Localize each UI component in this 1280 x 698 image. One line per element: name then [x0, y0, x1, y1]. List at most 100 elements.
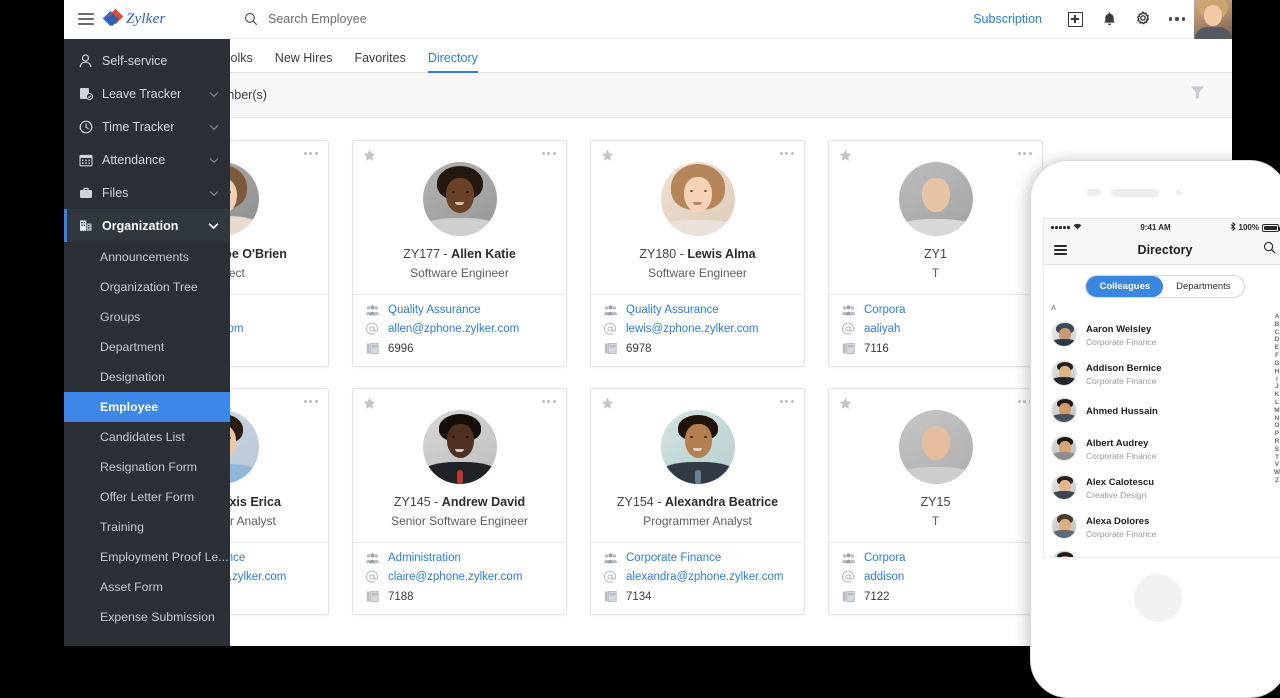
segment-departments[interactable]: Departments	[1163, 276, 1243, 297]
card-email[interactable]: claire@zphone.zylker.com	[388, 571, 522, 583]
sidebar-subitem-department[interactable]: Department	[64, 332, 230, 362]
search-icon[interactable]	[1263, 241, 1276, 259]
card-department[interactable]: Administration	[388, 552, 461, 564]
card-department-row[interactable]: Quality Assurance	[365, 304, 554, 316]
card-department-row[interactable]: Quality Assurance	[603, 304, 792, 316]
tab-directory[interactable]: Directory	[428, 51, 478, 72]
more-horizontal-icon[interactable]	[304, 152, 318, 155]
sidebar-item-self-service[interactable]: Self-service	[64, 44, 230, 77]
alpha-letter[interactable]: R	[1275, 439, 1280, 446]
sidebar-subitem-groups[interactable]: Groups	[64, 302, 230, 332]
bell-icon[interactable]	[1092, 0, 1126, 39]
alpha-letter[interactable]: G	[1274, 361, 1279, 368]
alpha-letter[interactable]: L	[1275, 400, 1279, 407]
alphabet-index[interactable]: A B C D E F G H I J K L M N O P R S T V	[1274, 314, 1280, 485]
card-department[interactable]: Quality Assurance	[388, 304, 481, 316]
filter-funnel-icon[interactable]	[1189, 84, 1206, 106]
card-email[interactable]: lewis@zphone.zylker.com	[626, 323, 758, 335]
alpha-letter[interactable]: T	[1275, 455, 1279, 462]
employee-card[interactable]: ZY177 - Allen Katie Software Engineer Qu…	[352, 140, 567, 367]
card-department-row[interactable]: Corporate Finance	[603, 552, 792, 564]
search-input[interactable]	[268, 12, 528, 26]
card-department[interactable]: Quality Assurance	[626, 304, 719, 316]
sidebar-subitem-resignation-form[interactable]: Resignation Form	[64, 452, 230, 482]
alpha-letter[interactable]: K	[1275, 392, 1280, 399]
card-email[interactable]: aaliyah	[864, 323, 900, 335]
segment-colleagues[interactable]: Colleagues	[1086, 276, 1163, 297]
employee-card[interactable]: ZY1 T Corpora	[828, 140, 1043, 367]
more-horizontal-icon[interactable]	[542, 400, 556, 403]
card-email-row[interactable]: claire@zphone.zylker.com	[365, 570, 554, 584]
more-horizontal-icon[interactable]	[780, 400, 794, 403]
alpha-letter[interactable]: S	[1275, 447, 1279, 454]
card-email-row[interactable]: aaliyah	[841, 322, 1030, 336]
card-email-row[interactable]: allen@zphone.zylker.com	[365, 322, 554, 336]
sidebar-subitem-organization-tree[interactable]: Organization Tree	[64, 272, 230, 302]
card-department[interactable]: Corpora	[864, 304, 906, 316]
more-horizontal-icon[interactable]	[304, 400, 318, 403]
card-department-row[interactable]: Corpora	[841, 304, 1030, 316]
alpha-letter[interactable]: W	[1274, 470, 1280, 477]
alpha-letter[interactable]: H	[1275, 369, 1280, 376]
card-email-row[interactable]: alexandra@zphone.zylker.com	[603, 570, 792, 584]
list-item[interactable]: Alexa Dolores Corporate Finance	[1051, 506, 1280, 545]
gear-icon[interactable]	[1126, 0, 1160, 39]
sidebar-subitem-expense-submission[interactable]: Expense Submission	[64, 602, 230, 632]
employee-card[interactable]: ZY180 - Lewis Alma Software Engineer Qua…	[590, 140, 805, 367]
sidebar-subitem-offer-letter-form[interactable]: Offer Letter Form	[64, 482, 230, 512]
alpha-letter[interactable]: C	[1275, 330, 1280, 337]
card-department[interactable]: Corpora	[864, 552, 906, 564]
sidebar-subitem-asset-form[interactable]: Asset Form	[64, 572, 230, 602]
sidebar-subitem-candidates-list[interactable]: Candidates List	[64, 422, 230, 452]
card-email-row[interactable]: addison	[841, 570, 1030, 584]
sidebar-item-files[interactable]: Files	[64, 176, 230, 209]
alpha-letter[interactable]: N	[1275, 416, 1280, 423]
employee-card[interactable]: ZY154 - Alexandra Beatrice Programmer An…	[590, 388, 805, 615]
card-email[interactable]: allen@zphone.zylker.com	[388, 323, 519, 335]
avatar[interactable]	[1194, 0, 1232, 39]
star-icon[interactable]	[839, 397, 852, 410]
sidebar-item-leave-tracker[interactable]: Leave Tracker	[64, 77, 230, 110]
list-item[interactable]: Ahmed Hussain	[1051, 392, 1280, 428]
star-icon[interactable]	[839, 149, 852, 162]
alpha-letter[interactable]: D	[1275, 337, 1280, 344]
subscription-link[interactable]: Subscription	[973, 12, 1042, 26]
alpha-letter[interactable]: O	[1274, 423, 1279, 430]
card-email[interactable]: addison	[864, 571, 904, 583]
list-item[interactable]: Albert Audrey Corporate Finance	[1051, 428, 1280, 467]
star-icon[interactable]	[363, 397, 376, 410]
card-email[interactable]: alexandra@zphone.zylker.com	[626, 571, 783, 583]
sidebar-subitem-employment-proof-letter[interactable]: Employment Proof Le...	[64, 542, 230, 572]
alpha-letter[interactable]: A	[1275, 314, 1280, 321]
card-department[interactable]: Corporate Finance	[626, 552, 721, 564]
sidebar-subitem-designation[interactable]: Designation	[64, 362, 230, 392]
more-horizontal-icon[interactable]	[1160, 0, 1194, 39]
star-icon[interactable]	[601, 149, 614, 162]
employee-card[interactable]: ZY15 T Corpora	[828, 388, 1043, 615]
hamburger-icon[interactable]	[1054, 245, 1067, 255]
alpha-letter[interactable]: E	[1275, 345, 1279, 352]
more-horizontal-icon[interactable]	[542, 152, 556, 155]
star-icon[interactable]	[363, 149, 376, 162]
alpha-letter[interactable]: B	[1275, 322, 1280, 329]
card-department-row[interactable]: Administration	[365, 552, 554, 564]
list-item[interactable]: Addison Bernice Corporate Finance	[1051, 353, 1280, 392]
sidebar-item-attendance[interactable]: Attendance	[64, 143, 230, 176]
sidebar-subitem-employee[interactable]: Employee	[64, 392, 230, 422]
alpha-letter[interactable]: V	[1275, 462, 1279, 469]
tab-favorites[interactable]: Favorites	[354, 51, 405, 72]
star-icon[interactable]	[601, 397, 614, 410]
sidebar-subitem-training[interactable]: Training	[64, 512, 230, 542]
sidebar-item-time-tracker[interactable]: Time Tracker	[64, 110, 230, 143]
more-horizontal-icon[interactable]	[1018, 152, 1032, 155]
tab-new-hires[interactable]: New Hires	[275, 51, 333, 72]
more-horizontal-icon[interactable]	[780, 152, 794, 155]
sidebar-item-organization[interactable]: Organization	[64, 209, 230, 242]
alpha-letter[interactable]: J	[1275, 384, 1279, 391]
alpha-letter[interactable]: P	[1275, 431, 1279, 438]
phone-home-button[interactable]	[1134, 574, 1182, 622]
add-box-icon[interactable]	[1058, 0, 1092, 39]
alpha-letter[interactable]: M	[1274, 408, 1279, 415]
hamburger-icon[interactable]	[78, 13, 94, 25]
employee-card[interactable]: ZY145 - Andrew David Senior Software Eng…	[352, 388, 567, 615]
